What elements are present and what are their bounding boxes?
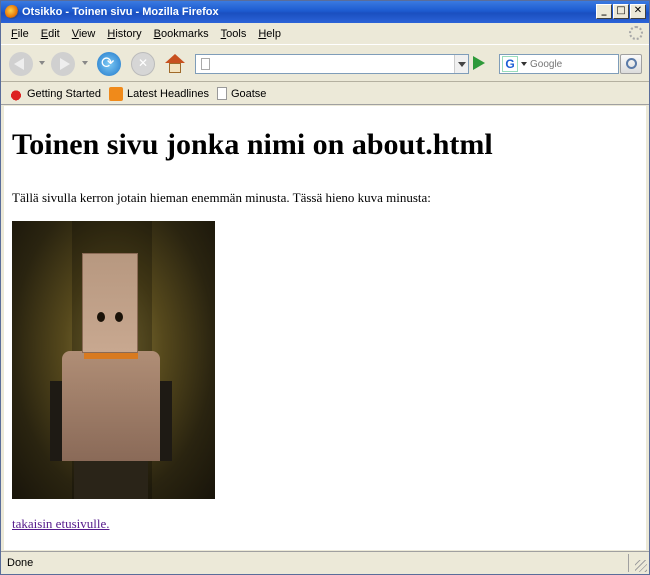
url-dropdown-button[interactable] [454, 55, 468, 73]
rss-icon [109, 86, 123, 101]
url-input[interactable] [216, 57, 452, 71]
menu-tools[interactable]: Tools [215, 28, 253, 40]
bookmark-latest-headlines[interactable]: Latest Headlines [109, 86, 209, 101]
engine-dropdown-icon[interactable] [521, 62, 527, 66]
photo-legs [74, 461, 148, 499]
forward-history-dropdown-icon[interactable] [82, 61, 88, 65]
menu-file[interactable]: File [5, 28, 35, 40]
bookmark-getting-started[interactable]: Getting Started [9, 86, 101, 101]
go-button[interactable] [473, 56, 485, 70]
photo-paper-bag [82, 253, 138, 353]
firefox-icon [9, 86, 23, 101]
bookmarks-toolbar: Getting Started Latest Headlines Goatse [1, 83, 649, 105]
stop-button[interactable] [131, 52, 155, 76]
close-button[interactable]: ✕ [630, 4, 646, 19]
page-content: Toinen sivu jonka nimi on about.html Täl… [4, 106, 646, 550]
url-bar[interactable] [195, 54, 469, 74]
photo-bag-left-eye [97, 312, 105, 322]
menu-bookmarks[interactable]: Bookmarks [148, 28, 215, 40]
forward-button[interactable] [51, 52, 75, 76]
page-icon [216, 87, 227, 100]
menu-view[interactable]: View [66, 28, 102, 40]
maximize-button[interactable]: □ [613, 4, 629, 19]
search-button[interactable] [620, 54, 642, 74]
menu-edit[interactable]: Edit [35, 28, 66, 40]
home-button[interactable] [165, 54, 185, 74]
photo-shirt [62, 351, 160, 461]
navigation-toolbar: G [1, 44, 649, 82]
search-input[interactable] [530, 57, 616, 71]
google-engine-icon[interactable]: G [502, 56, 518, 72]
back-history-dropdown-icon[interactable] [39, 61, 45, 65]
intro-paragraph: Tällä sivulla kerron jotain hieman enemm… [12, 190, 431, 205]
home-roof-icon [165, 54, 185, 63]
browser-window: Otsikko - Toinen sivu - Mozilla Firefox … [0, 0, 650, 575]
search-box[interactable]: G [499, 54, 619, 74]
bookmark-goatse[interactable]: Goatse [216, 87, 266, 100]
menu-history[interactable]: History [101, 28, 147, 40]
back-to-home-link[interactable]: takaisin etusivulle. [12, 516, 109, 532]
resize-grip-icon[interactable] [635, 560, 647, 572]
title-bar: Otsikko - Toinen sivu - Mozilla Firefox … [1, 1, 649, 23]
menu-bar: File Edit View History Bookmarks Tools H… [1, 23, 649, 44]
page-favicon-icon [201, 58, 210, 70]
menu-help[interactable]: Help [252, 28, 287, 40]
status-divider [628, 554, 629, 572]
status-text: Done [7, 557, 34, 569]
window-controls: _ □ ✕ [596, 4, 646, 19]
home-base-icon [169, 63, 181, 73]
photo-bag-right-eye [115, 312, 123, 322]
minimize-button[interactable]: _ [596, 4, 612, 19]
portrait-photo [12, 221, 215, 499]
back-button[interactable] [9, 52, 33, 76]
page-heading: Toinen sivu jonka nimi on about.html [12, 128, 493, 161]
reload-button[interactable] [97, 52, 121, 76]
firefox-logo-icon [5, 5, 19, 19]
window-title: Otsikko - Toinen sivu - Mozilla Firefox [22, 6, 219, 18]
status-bar: Done [1, 551, 649, 574]
throbber-icon [629, 26, 643, 40]
